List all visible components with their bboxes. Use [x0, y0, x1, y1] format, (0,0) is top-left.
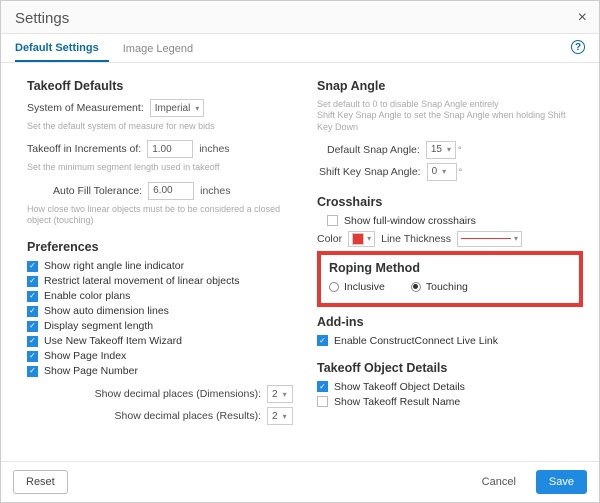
tod-resultname-checkbox[interactable] [317, 396, 328, 407]
roping-touching-label: Touching [426, 281, 468, 293]
tod-details-checkbox[interactable] [317, 381, 328, 392]
tod-resultname-label: Show Takeoff Result Name [334, 396, 460, 408]
crosshair-thickness-label: Line Thickness [381, 233, 451, 245]
radio-icon [329, 282, 339, 292]
roping-heading: Roping Method [329, 261, 571, 275]
crosshair-color-label: Color [317, 233, 342, 245]
tabs: Default Settings Image Legend ? [1, 34, 599, 63]
roping-inclusive-label: Inclusive [344, 281, 385, 293]
radio-icon [411, 282, 421, 292]
autofill-input[interactable]: 6.00 [148, 182, 194, 200]
pref-label-6: Show Page Index [44, 350, 126, 362]
pref-label-0: Show right angle line indicator [44, 260, 184, 272]
dialog-title: Settings [15, 10, 69, 27]
crosshairs-label: Show full-window crosshairs [344, 215, 476, 227]
addins-cc-label: Enable ConstructConnect Live Link [334, 335, 498, 347]
crosshair-thickness-select[interactable] [457, 231, 522, 247]
autofill-hint: How close two linear objects must be to … [27, 204, 293, 227]
pref-checkbox-5[interactable] [27, 336, 38, 347]
decimal-res-select[interactable]: 2 [267, 407, 293, 425]
increments-input[interactable]: 1.00 [147, 140, 193, 158]
autofill-unit: inches [200, 185, 230, 197]
line-swatch-icon [461, 238, 511, 239]
tab-image-legend[interactable]: Image Legend [123, 35, 203, 61]
default-snap-label: Default Snap Angle: [327, 144, 420, 156]
dialog-body: Takeoff Defaults System of Measurement: … [1, 63, 599, 461]
snap-hint: Set default to 0 to disable Snap Angle e… [317, 99, 583, 133]
left-column: Takeoff Defaults System of Measurement: … [27, 73, 311, 461]
save-button[interactable]: Save [536, 470, 587, 494]
pref-label-1: Restrict lateral movement of linear obje… [44, 275, 240, 287]
reset-button[interactable]: Reset [13, 470, 68, 494]
decimal-dim-label: Show decimal places (Dimensions): [95, 388, 261, 400]
roping-touching-option[interactable]: Touching [411, 281, 468, 293]
pref-label-5: Use New Takeoff Item Wizard [44, 335, 182, 347]
default-snap-select[interactable]: 15 [426, 141, 456, 159]
addins-heading: Add-ins [317, 315, 583, 329]
pref-checkbox-0[interactable] [27, 261, 38, 272]
pref-label-7: Show Page Number [44, 365, 138, 377]
shift-snap-label: Shift Key Snap Angle: [319, 166, 421, 178]
pref-label-3: Show auto dimension lines [44, 305, 169, 317]
preferences-heading: Preferences [27, 240, 293, 254]
pref-checkbox-3[interactable] [27, 306, 38, 317]
pref-checkbox-4[interactable] [27, 321, 38, 332]
decimal-dim-select[interactable]: 2 [267, 385, 293, 403]
crosshairs-heading: Crosshairs [317, 195, 583, 209]
som-select[interactable]: Imperial [150, 99, 205, 117]
degree-icon: ° [459, 167, 463, 177]
roping-inclusive-option[interactable]: Inclusive [329, 281, 385, 293]
som-label: System of Measurement: [27, 102, 144, 114]
pref-checkbox-6[interactable] [27, 351, 38, 362]
pref-checkbox-1[interactable] [27, 276, 38, 287]
crosshairs-checkbox[interactable] [327, 215, 338, 226]
decimal-res-label: Show decimal places (Results): [115, 410, 261, 422]
tod-details-label: Show Takeoff Object Details [334, 381, 465, 393]
footer: Reset Cancel Save [1, 461, 599, 502]
right-column: Snap Angle Set default to 0 to disable S… [311, 73, 583, 461]
addins-cc-checkbox[interactable] [317, 335, 328, 346]
roping-method-highlight: Roping Method Inclusive Touching [317, 251, 583, 307]
increments-unit: inches [199, 143, 229, 155]
color-swatch-icon [352, 233, 364, 245]
tod-heading: Takeoff Object Details [317, 361, 583, 375]
shift-snap-select[interactable]: 0 [427, 163, 457, 181]
cancel-button[interactable]: Cancel [470, 471, 528, 493]
autofill-label: Auto Fill Tolerance: [53, 185, 142, 197]
titlebar: Settings × [1, 1, 599, 34]
help-icon[interactable]: ? [571, 40, 585, 54]
settings-dialog: Settings × Default Settings Image Legend… [0, 0, 600, 503]
pref-label-4: Display segment length [44, 320, 153, 332]
pref-checkbox-2[interactable] [27, 291, 38, 302]
close-icon[interactable]: × [578, 9, 587, 27]
snap-angle-heading: Snap Angle [317, 79, 583, 93]
som-hint: Set the default system of measure for ne… [27, 121, 293, 132]
tab-default-settings[interactable]: Default Settings [15, 34, 109, 62]
pref-label-2: Enable color plans [44, 290, 130, 302]
degree-icon: ° [458, 145, 462, 155]
increments-hint: Set the minimum segment length used in t… [27, 162, 293, 173]
pref-checkbox-7[interactable] [27, 366, 38, 377]
increments-label: Takeoff in Increments of: [27, 143, 141, 155]
crosshair-color-select[interactable] [348, 231, 375, 247]
takeoff-defaults-heading: Takeoff Defaults [27, 79, 293, 93]
